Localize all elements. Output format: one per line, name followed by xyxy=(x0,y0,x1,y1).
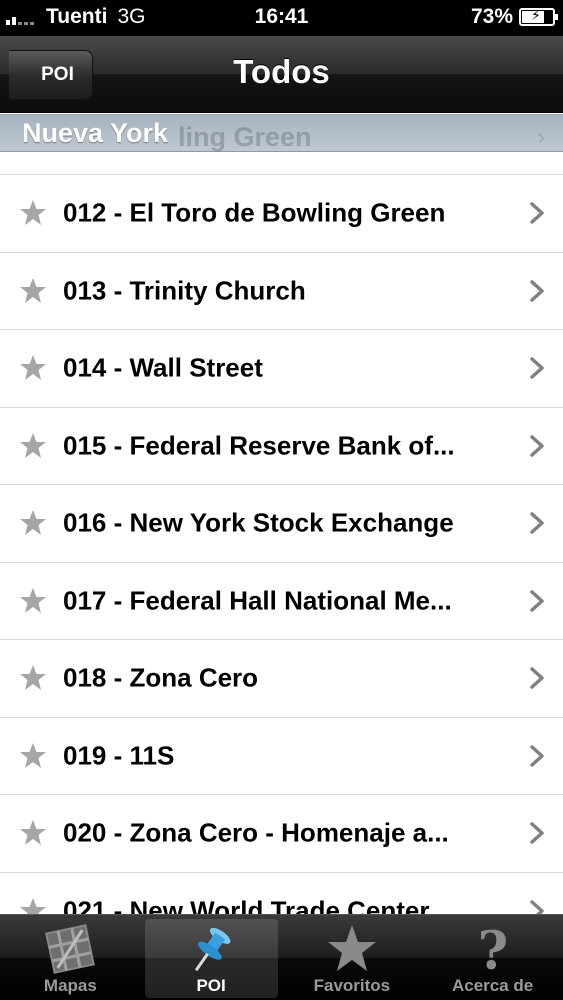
favorite-star-icon[interactable] xyxy=(19,742,47,770)
tab-acerca-de[interactable]: ? Acerca de xyxy=(422,915,563,1000)
chevron-right-icon xyxy=(530,822,544,844)
list-item[interactable]: 013 - Trinity Church xyxy=(0,251,563,329)
list-item[interactable]: 017 - Federal Hall National Me... xyxy=(0,561,563,639)
chevron-right-icon xyxy=(530,667,544,689)
question-icon: ? xyxy=(477,921,507,977)
favorite-star-icon[interactable] xyxy=(19,664,47,692)
tab-mapas[interactable]: Mapas xyxy=(0,915,141,1000)
tab-label: Favoritos xyxy=(313,976,391,995)
battery-icon: ⚡ xyxy=(519,7,558,26)
chevron-right-icon xyxy=(530,590,544,612)
list-item-label: 017 - Federal Hall National Me... xyxy=(63,585,452,616)
star-icon xyxy=(327,925,376,971)
list-item-label: 016 - New York Stock Exchange xyxy=(63,507,454,538)
chevron-right-icon xyxy=(530,357,544,379)
chevron-right-icon xyxy=(530,512,544,534)
list-item[interactable]: 016 - New York Stock Exchange xyxy=(0,484,563,562)
list-item-label: 018 - Zona Cero xyxy=(63,662,259,693)
battery-percent: 73% xyxy=(470,5,513,28)
back-button-label: POI xyxy=(41,64,74,85)
tab-poi[interactable]: POI xyxy=(141,915,282,1000)
favorite-star-icon[interactable] xyxy=(19,277,47,305)
tab-favoritos[interactable]: Favoritos xyxy=(282,915,423,1000)
list-item[interactable]: 012 - El Toro de Bowling Green xyxy=(0,174,563,252)
list-item-label: 020 - Zona Cero - Homenaje a... xyxy=(63,817,449,848)
status-right: 73% ⚡ xyxy=(470,5,558,29)
list-item-label: 012 - El Toro de Bowling Green xyxy=(63,197,446,228)
status-bar: Tuenti 3G 16:41 73% ⚡ xyxy=(0,0,563,36)
list-item[interactable]: 014 - Wall Street xyxy=(0,329,563,407)
page-title: Todos xyxy=(233,53,330,90)
favorite-star-icon[interactable] xyxy=(19,509,47,537)
list-item[interactable]: 020 - Zona Cero - Homenaje a... xyxy=(0,794,563,872)
map-icon xyxy=(45,924,96,974)
favorite-star-icon[interactable] xyxy=(19,432,47,460)
list-item-label: 019 - 11S xyxy=(63,740,175,771)
navigation-bar: POI Todos xyxy=(0,36,563,113)
tab-bar: Mapas POI Favoritos ? Acerca de xyxy=(0,914,563,1000)
list-item-label: 013 - Trinity Church xyxy=(63,275,306,306)
chevron-right-icon xyxy=(530,280,544,302)
favorite-star-icon[interactable] xyxy=(19,354,47,382)
ghost-chevron-icon: › xyxy=(537,124,545,149)
section-header: Nueva York xyxy=(0,114,563,152)
chevron-right-icon xyxy=(530,745,544,767)
poi-list: 012 - El Toro de Bowling Green 013 - Trin… xyxy=(0,174,563,949)
favorite-star-icon[interactable] xyxy=(19,819,47,847)
list-item-label: 015 - Federal Reserve Bank of... xyxy=(63,430,455,461)
favorite-star-icon[interactable] xyxy=(19,199,47,227)
tab-label: Acerca de xyxy=(451,976,534,995)
pushpin-icon xyxy=(194,927,231,972)
tab-label: POI xyxy=(196,976,226,995)
list-item[interactable]: 018 - Zona Cero xyxy=(0,639,563,717)
svg-text:?: ? xyxy=(477,921,507,977)
chevron-right-icon xyxy=(530,202,544,224)
list-item[interactable]: 019 - 11S xyxy=(0,716,563,794)
list-item-label: 014 - Wall Street xyxy=(63,352,263,383)
chevron-right-icon xyxy=(530,435,544,457)
list-item[interactable]: 015 - Federal Reserve Bank of... xyxy=(0,406,563,484)
tab-label: Mapas xyxy=(43,976,97,995)
section-title: Nueva York xyxy=(22,118,169,148)
favorite-star-icon[interactable] xyxy=(19,587,47,615)
